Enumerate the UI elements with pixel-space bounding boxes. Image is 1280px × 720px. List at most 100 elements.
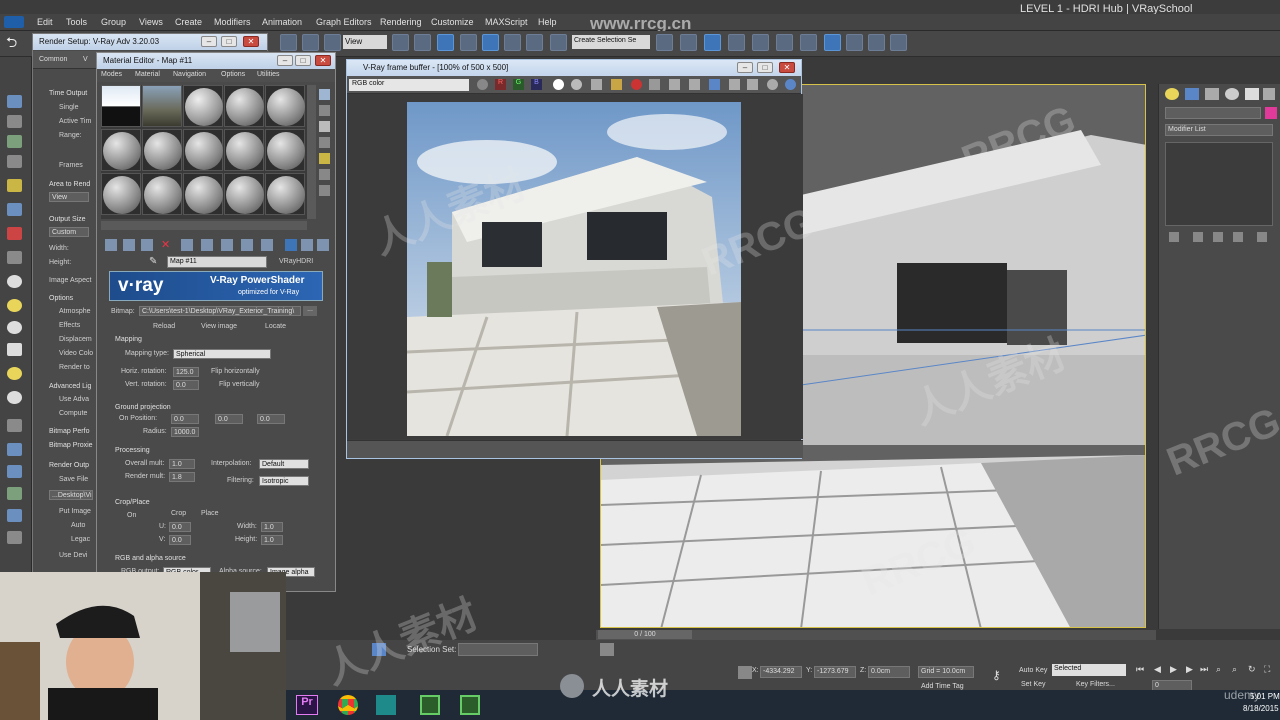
render-canvas[interactable] — [347, 94, 803, 439]
color-correction-icon[interactable] — [729, 79, 740, 90]
minimize-button[interactable]: – — [201, 36, 217, 47]
interpolation-dropdown[interactable]: Default — [259, 459, 309, 469]
tool-icon-4[interactable] — [7, 155, 22, 168]
tool-icon-7[interactable] — [7, 227, 22, 240]
sample-slot[interactable] — [265, 85, 305, 127]
set-key-button[interactable]: Set Key — [1021, 681, 1046, 688]
go-to-start-icon[interactable]: ⏮ — [1136, 664, 1144, 675]
show-end-result-icon[interactable] — [1193, 232, 1203, 242]
maximize-button[interactable]: □ — [221, 36, 237, 47]
green-channel-icon[interactable]: G — [513, 79, 524, 90]
menu-group[interactable]: Group — [101, 17, 126, 27]
radius-spinner[interactable]: 1000.0 — [171, 427, 199, 437]
tool-icon-15[interactable] — [7, 531, 22, 544]
save-image-icon[interactable] — [477, 79, 488, 90]
add-time-tag[interactable]: Add Time Tag — [921, 683, 964, 690]
width-spinner[interactable]: 1.0 — [261, 522, 283, 532]
move-icon[interactable] — [392, 34, 409, 51]
sample-type-icon[interactable] — [319, 89, 330, 100]
sphere-tool-icon[interactable] — [7, 275, 22, 288]
lens-effects-icon[interactable] — [747, 79, 758, 90]
tool-icon-1[interactable] — [7, 95, 22, 108]
key-icon[interactable]: ⚷ — [992, 668, 1012, 682]
sample-slot-env[interactable] — [142, 85, 182, 127]
menu-navigation[interactable]: Navigation — [173, 71, 206, 78]
menu-modes[interactable]: Modes — [101, 71, 122, 78]
selected-dropdown[interactable]: Selected — [1052, 664, 1126, 676]
slots-scrollbar[interactable] — [307, 85, 316, 219]
backlight-icon[interactable] — [319, 105, 330, 116]
previous-frame-icon[interactable]: ◀ — [1154, 664, 1161, 675]
selection-set-dropdown[interactable]: Create Selection Se — [572, 35, 650, 49]
horiz-rotation-spinner[interactable]: 125.0 — [173, 367, 199, 377]
maximize-viewport-icon[interactable]: ⛶ — [1264, 664, 1270, 675]
sample-slot[interactable] — [265, 129, 305, 171]
create-tab-icon[interactable] — [1165, 88, 1179, 100]
video-color-icon[interactable] — [319, 153, 330, 164]
spinner-snap-icon[interactable] — [526, 34, 543, 51]
go-to-parent-icon[interactable] — [285, 239, 297, 251]
x-coordinate-field[interactable]: -4334.292 — [760, 666, 802, 678]
auto-radio[interactable]: Auto — [71, 522, 85, 529]
maximize-button[interactable]: □ — [295, 55, 311, 66]
menu-animation[interactable]: Animation — [262, 17, 302, 27]
sample-slot-hdri[interactable] — [101, 85, 141, 127]
scale-tool-icon[interactable] — [302, 34, 319, 51]
pick-material-icon[interactable] — [317, 239, 329, 251]
camtasia-icon[interactable] — [420, 695, 440, 715]
mirror-icon[interactable] — [656, 34, 673, 51]
compute-checkbox[interactable]: Compute — [59, 410, 87, 417]
load-icon[interactable] — [611, 79, 622, 90]
time-slider[interactable]: 0 / 100 — [598, 630, 692, 639]
sample-slot[interactable] — [101, 173, 141, 215]
layer-explorer-icon[interactable] — [704, 34, 721, 51]
crop-on-checkbox[interactable]: On — [127, 512, 136, 519]
reload-button[interactable]: Reload — [153, 323, 175, 330]
rotate-tool-icon[interactable] — [280, 34, 297, 51]
object-name-field[interactable] — [1165, 107, 1261, 119]
object-color-swatch[interactable] — [1265, 107, 1277, 119]
sample-slot[interactable] — [142, 129, 182, 171]
clear-icon[interactable] — [631, 79, 642, 90]
premiere-icon[interactable]: Pr — [296, 695, 318, 715]
displacement-checkbox[interactable]: Displacem — [59, 336, 92, 343]
u-spinner[interactable]: 0.0 — [169, 522, 191, 532]
hierarchy-tab-icon[interactable] — [1205, 88, 1219, 100]
align-icon[interactable] — [680, 34, 697, 51]
put-to-scene-icon[interactable] — [123, 239, 135, 251]
curve-editor-icon[interactable] — [776, 34, 793, 51]
configure-sets-icon[interactable] — [1257, 232, 1267, 242]
sphere-tool-icon-3[interactable] — [7, 391, 22, 404]
menu-utilities[interactable]: Utilities — [257, 71, 280, 78]
save-file-checkbox[interactable]: Save File — [59, 476, 88, 483]
render-mult-spinner[interactable]: 1.8 — [169, 472, 195, 482]
orbit-icon[interactable]: ↻ — [1248, 664, 1256, 675]
history-icon[interactable] — [785, 79, 796, 90]
vert-rotation-spinner[interactable]: 0.0 — [173, 380, 199, 390]
z-coordinate-field[interactable]: 0.0cm — [868, 666, 910, 678]
assign-material-icon[interactable] — [141, 239, 153, 251]
sample-slot[interactable] — [224, 129, 264, 171]
zoom-all-icon[interactable]: ⌕ — [1232, 664, 1237, 675]
overall-mult-spinner[interactable]: 1.0 — [169, 459, 195, 469]
map-type-button[interactable]: VRayHDRI — [279, 258, 313, 265]
flip-horizontally-checkbox[interactable]: Flip horizontally — [211, 368, 260, 375]
pivot-icon[interactable] — [414, 34, 431, 51]
uv-tiling-icon[interactable] — [319, 137, 330, 148]
make-unique-icon[interactable] — [1213, 232, 1223, 242]
locate-button[interactable]: Locate — [265, 323, 286, 330]
minimize-button[interactable]: – — [277, 55, 293, 66]
use-advanced-checkbox[interactable]: Use Adva — [59, 396, 89, 403]
sample-slot[interactable] — [265, 173, 305, 215]
modifier-list-dropdown[interactable]: Modifier List — [1165, 124, 1273, 136]
remove-modifier-icon[interactable] — [1233, 232, 1243, 242]
menu-material[interactable]: Material — [135, 71, 160, 78]
percent-snap-icon[interactable] — [504, 34, 521, 51]
utilities-tab-icon[interactable] — [1263, 88, 1275, 100]
browse-button[interactable]: ... — [303, 306, 317, 316]
sample-slot[interactable] — [224, 173, 264, 215]
view-dropdown[interactable]: View — [343, 35, 387, 49]
angle-snap-icon[interactable] — [482, 34, 499, 51]
sample-slot[interactable] — [183, 173, 223, 215]
map-name-field[interactable]: Map #11 — [167, 256, 267, 268]
